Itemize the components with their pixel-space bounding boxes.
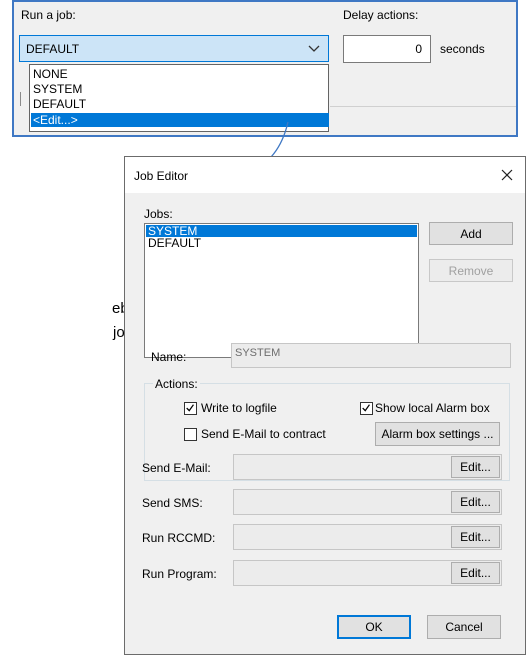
dialog-title: Job Editor — [134, 169, 189, 183]
jobs-label: Jobs: — [144, 207, 173, 221]
dialog-title-bar: Job Editor — [125, 157, 525, 193]
dropdown-option-system[interactable]: SYSTEM — [31, 82, 329, 96]
jobs-list: SYSTEM DEFAULT — [144, 223, 419, 358]
write-logfile-checkbox[interactable] — [184, 402, 197, 415]
dropdown-option-none[interactable]: NONE — [31, 67, 329, 81]
job-select-value: DEFAULT — [26, 42, 80, 56]
name-label: Name: — [151, 350, 187, 364]
jobs-list-item-default[interactable]: DEFAULT — [146, 237, 417, 249]
send-email-edit-button[interactable]: Edit... — [451, 456, 500, 478]
remove-job-button[interactable]: Remove — [429, 259, 513, 282]
close-icon[interactable] — [497, 165, 517, 185]
dropdown-option-default[interactable]: DEFAULT — [31, 97, 329, 111]
chevron-down-icon — [308, 45, 320, 52]
run-program-label: Run Program: — [142, 567, 217, 581]
run-program-edit-button[interactable]: Edit... — [451, 562, 500, 584]
alarm-box-settings-button[interactable]: Alarm box settings ... — [375, 422, 500, 446]
run-rccmd-edit-button[interactable]: Edit... — [451, 526, 500, 548]
delay-actions-value: 0 — [415, 42, 422, 56]
job-editor-dialog: Job Editor Jobs: SYSTEM DEFAULT Add Remo… — [124, 156, 526, 655]
checkmark-icon — [362, 404, 370, 412]
run-job-label: Run a job: — [21, 8, 76, 22]
send-email-label: Send E-Mail: — [142, 461, 211, 475]
delay-actions-label: Delay actions: — [343, 8, 419, 22]
show-alarm-box-checkbox[interactable] — [360, 402, 373, 415]
send-email-contract-checkbox[interactable] — [184, 428, 197, 441]
job-select[interactable]: DEFAULT — [19, 35, 329, 62]
add-job-button[interactable]: Add — [429, 222, 513, 245]
write-logfile-label: Write to logfile — [201, 401, 277, 415]
delay-actions-input[interactable]: 0 — [343, 35, 431, 63]
cancel-button[interactable]: Cancel — [427, 615, 501, 639]
actions-label: Actions: — [153, 377, 200, 391]
send-sms-edit-button[interactable]: Edit... — [451, 491, 500, 513]
seconds-label: seconds — [440, 42, 485, 56]
send-sms-label: Send SMS: — [142, 496, 203, 510]
divider — [330, 106, 516, 107]
name-field[interactable]: SYSTEM — [231, 343, 511, 368]
run-rccmd-label: Run RCCMD: — [142, 531, 216, 545]
show-alarm-box-label: Show local Alarm box — [375, 401, 490, 415]
name-field-value: SYSTEM — [235, 347, 281, 359]
ok-button[interactable]: OK — [337, 615, 411, 639]
send-email-contract-label: Send E-Mail to contract — [201, 427, 326, 441]
checkmark-icon — [186, 404, 194, 412]
